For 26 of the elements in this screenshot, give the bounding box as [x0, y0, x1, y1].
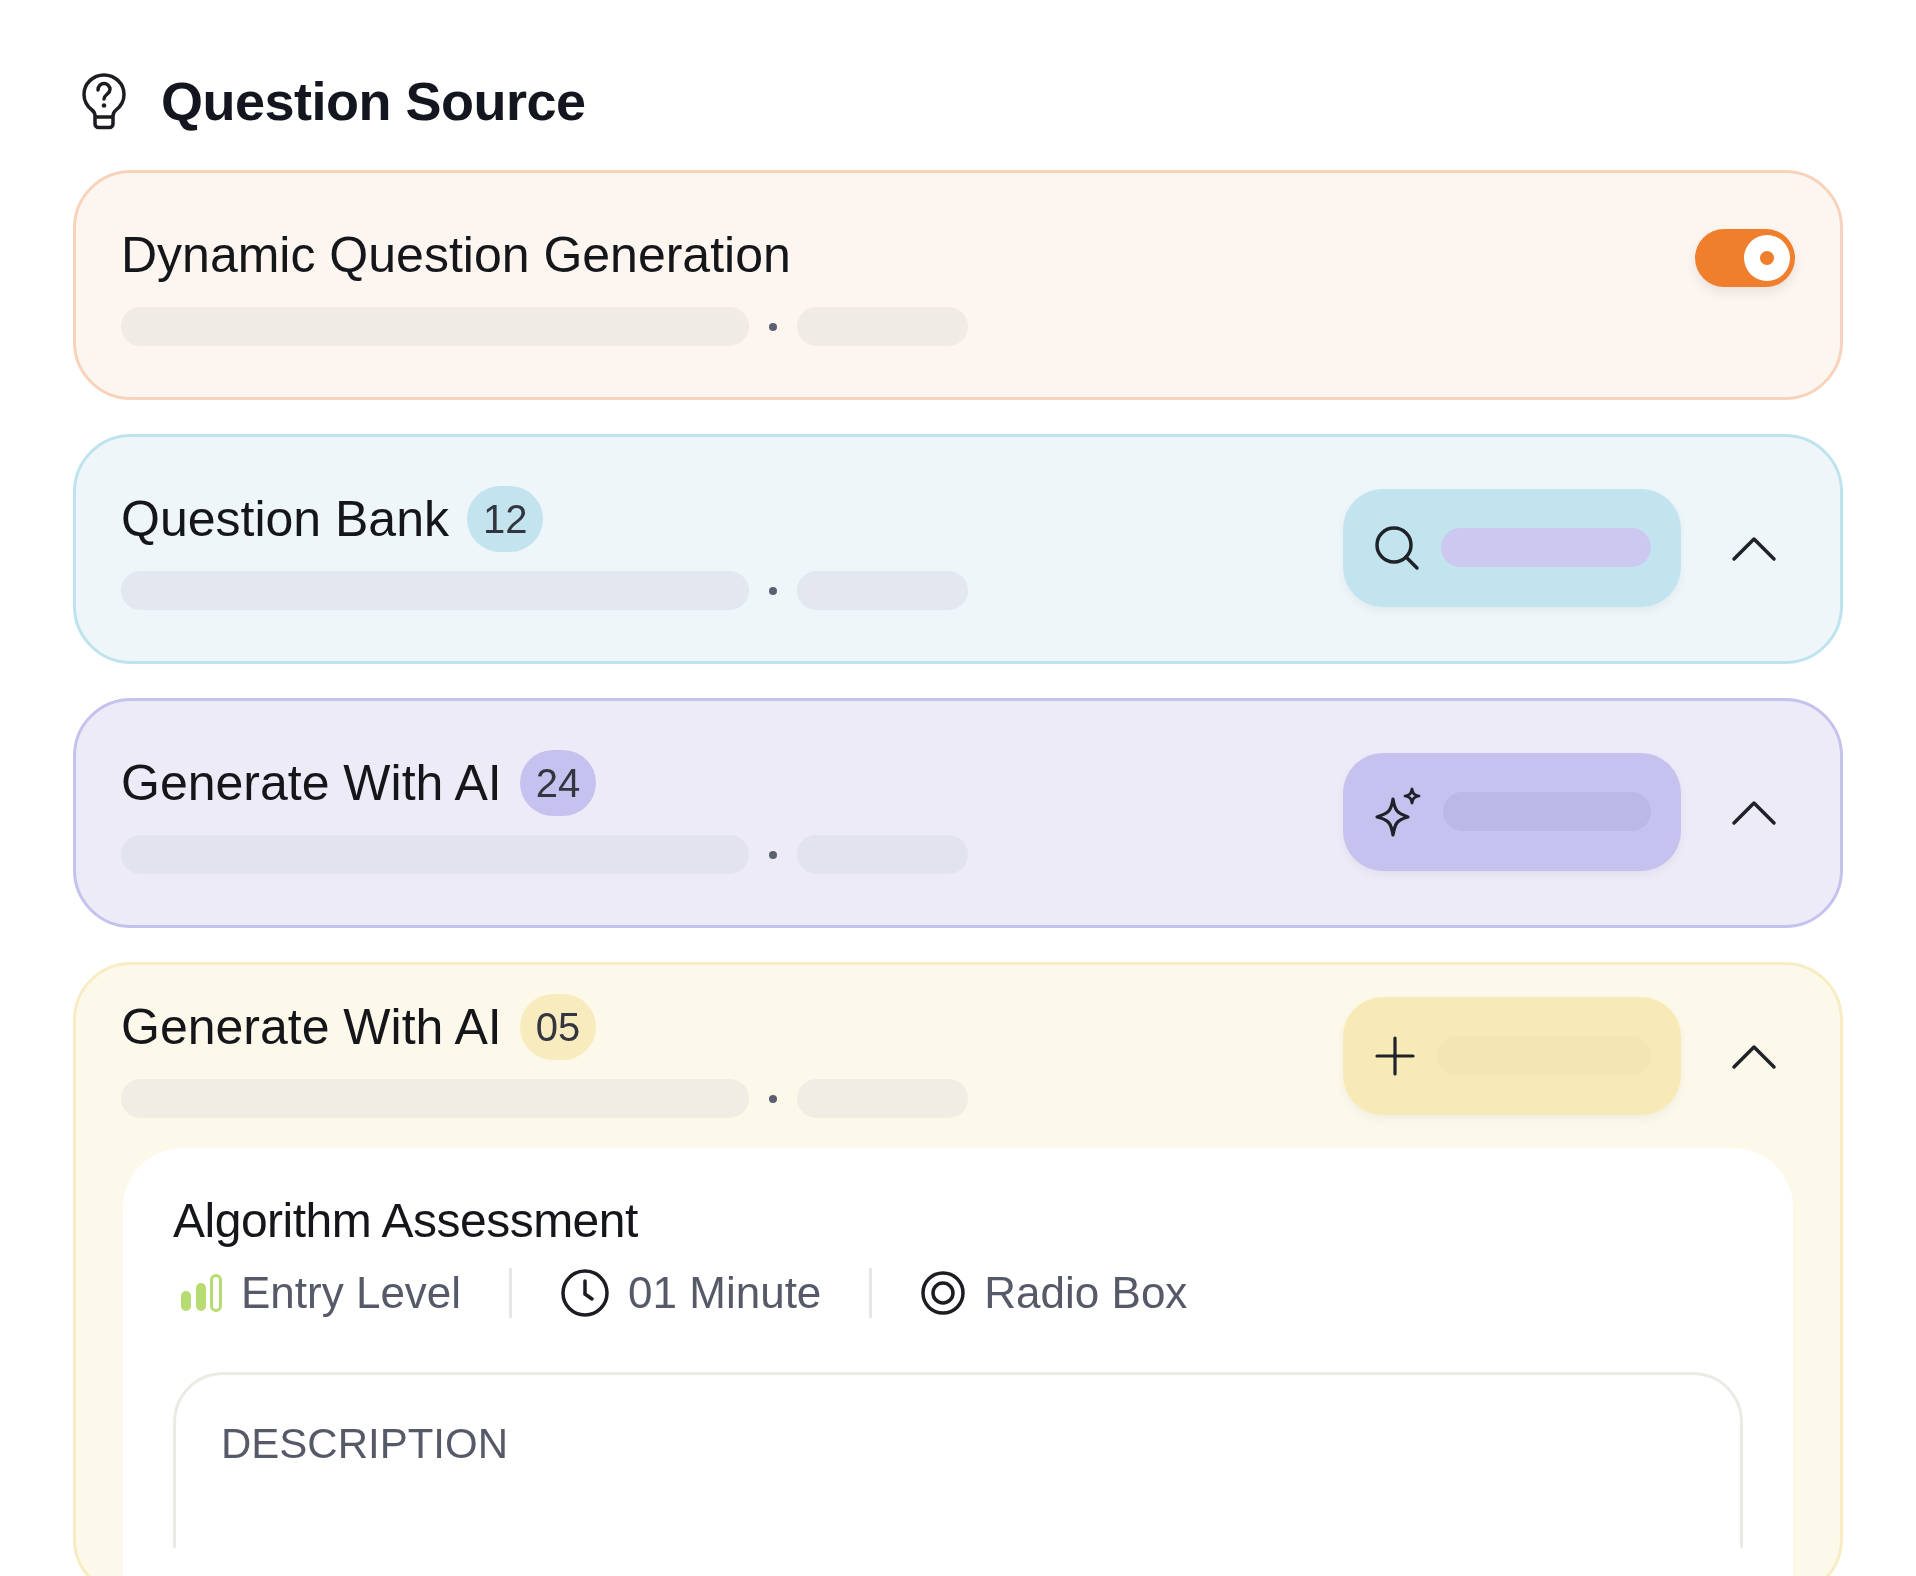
- lightbulb-question-icon: [81, 72, 127, 130]
- separator-dot: [769, 586, 777, 595]
- separator-dot: [769, 850, 777, 859]
- toggle-switch[interactable]: [1695, 229, 1795, 287]
- clock-icon: [560, 1268, 611, 1318]
- radio-icon: [920, 1270, 967, 1316]
- source-title: Generate With AI: [121, 754, 502, 812]
- section-heading: Question Source: [161, 70, 586, 132]
- count-badge: 24: [519, 750, 597, 816]
- sparkle-icon: [1373, 786, 1423, 837]
- count-badge: 05: [519, 994, 597, 1060]
- question-title: Algorithm Assessment: [173, 1193, 639, 1248]
- separator-dot: [769, 322, 777, 331]
- source-title: Generate With AI: [121, 998, 502, 1056]
- meta-label: 01 Minute: [628, 1268, 822, 1318]
- source-title: Question Bank: [121, 490, 449, 548]
- level-bars-icon: [179, 1273, 223, 1313]
- description-label: DESCRIPTION: [221, 1420, 510, 1468]
- action-button[interactable]: [1343, 752, 1681, 871]
- search-icon: [1373, 523, 1421, 572]
- meta-label: Radio Box: [984, 1268, 1188, 1318]
- count-badge: 12: [467, 486, 544, 552]
- meta-label: Entry Level: [241, 1268, 462, 1318]
- separator-dot: [769, 1094, 777, 1103]
- search-field[interactable]: [1343, 488, 1681, 607]
- source-title: Dynamic Question Generation: [121, 226, 791, 284]
